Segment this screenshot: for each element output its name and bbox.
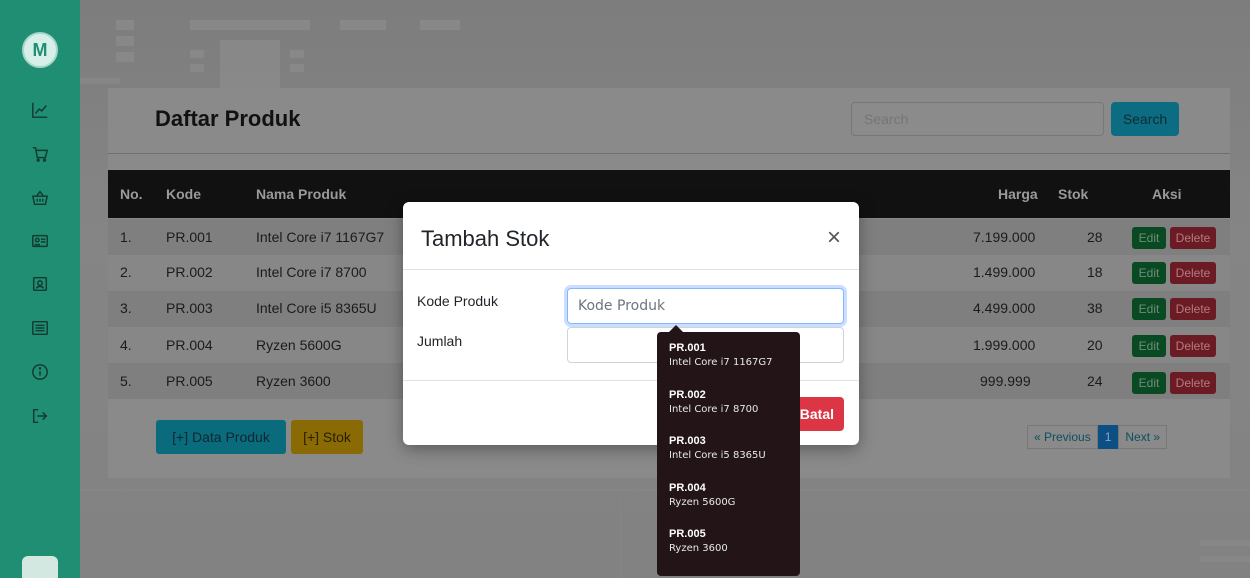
- user-card-icon[interactable]: [26, 270, 54, 298]
- column-header-harga: Harga: [998, 186, 1038, 202]
- row-harga: 1.999.000: [973, 337, 1036, 353]
- row-no: 5.: [120, 373, 132, 389]
- edit-button[interactable]: Edit: [1132, 372, 1166, 394]
- autocomplete-dropdown: PR.001 Intel Core i7 1167G7 PR.002 Intel…: [657, 332, 800, 576]
- edit-button[interactable]: Edit: [1132, 298, 1166, 320]
- row-harga: 1.499.000: [973, 264, 1036, 280]
- row-stok: 24: [1087, 373, 1103, 389]
- delete-button[interactable]: Delete: [1170, 262, 1216, 284]
- autocomplete-item-code: PR.003: [669, 435, 706, 447]
- row-harga: 4.499.000: [973, 300, 1036, 316]
- autocomplete-item-name: Ryzen 3600: [669, 543, 728, 554]
- header-divider: [108, 153, 1230, 154]
- row-no: 2.: [120, 264, 132, 280]
- add-product-button[interactable]: [+] Data Produk: [156, 420, 286, 454]
- basket-icon[interactable]: [26, 184, 54, 212]
- pagination: « Previous 1 Next »: [1027, 425, 1168, 449]
- row-kode: PR.003: [166, 300, 213, 316]
- row-no: 1.: [120, 229, 132, 245]
- row-nama: Ryzen 5600G: [256, 337, 342, 353]
- cart-icon[interactable]: [26, 140, 54, 168]
- row-kode: PR.001: [166, 229, 213, 245]
- row-harga: 999.999: [980, 373, 1031, 389]
- pagination-next[interactable]: Next »: [1118, 425, 1168, 449]
- delete-button[interactable]: Delete: [1170, 227, 1216, 249]
- delete-button[interactable]: Delete: [1170, 372, 1216, 394]
- autocomplete-item-code: PR.002: [669, 388, 706, 401]
- row-stok: 20: [1087, 337, 1103, 353]
- list-icon[interactable]: [26, 314, 54, 342]
- row-nama: Intel Core i7 8700: [256, 264, 367, 280]
- column-header-aksi: Aksi: [1152, 186, 1182, 202]
- kode-produk-input[interactable]: [567, 288, 844, 324]
- delete-button[interactable]: Delete: [1170, 335, 1216, 357]
- column-header-no: No.: [120, 186, 143, 202]
- kode-produk-label: Kode Produk: [417, 293, 498, 309]
- pagination-previous[interactable]: « Previous: [1027, 425, 1098, 449]
- autocomplete-item-name: Intel Core i5 8365U: [669, 450, 766, 461]
- autocomplete-item-code: PR.005: [669, 528, 706, 540]
- search-input[interactable]: [851, 102, 1104, 136]
- column-header-stok: Stok: [1058, 186, 1089, 202]
- search-button[interactable]: Search: [1111, 102, 1179, 136]
- autocomplete-item-name: Ryzen 5600G: [669, 496, 736, 508]
- row-stok: 28: [1087, 229, 1103, 245]
- autocomplete-item-name: Intel Core i7 1167G7: [669, 357, 773, 368]
- delete-button[interactable]: Delete: [1170, 298, 1216, 320]
- row-nama: Intel Core i5 8365U: [256, 300, 377, 316]
- page-title: Daftar Produk: [155, 106, 301, 131]
- sidebar-toggle-button[interactable]: [22, 556, 58, 578]
- modal-title: Tambah Stok: [421, 226, 550, 251]
- info-icon[interactable]: [26, 358, 54, 386]
- pagination-page-current[interactable]: 1: [1097, 425, 1119, 449]
- column-header-nama: Nama Produk: [256, 186, 347, 202]
- row-nama: Intel Core i7 1167G7: [256, 229, 385, 245]
- add-stock-button[interactable]: [+] Stok: [291, 420, 363, 454]
- edit-button[interactable]: Edit: [1132, 335, 1166, 357]
- close-icon[interactable]: ×: [827, 226, 841, 250]
- row-no: 3.: [120, 300, 132, 316]
- autocomplete-item-name: Intel Core i7 8700: [669, 403, 759, 415]
- row-kode: PR.002: [166, 264, 213, 280]
- id-card-icon[interactable]: [26, 227, 54, 255]
- row-nama: Ryzen 3600: [256, 373, 331, 389]
- row-harga: 7.199.000: [973, 229, 1036, 245]
- row-kode: PR.004: [166, 337, 213, 353]
- chart-line-icon[interactable]: [26, 96, 54, 124]
- column-header-kode: Kode: [166, 186, 201, 202]
- sidebar: M: [0, 0, 80, 578]
- modal-header-divider: [403, 269, 859, 270]
- row-kode: PR.005: [166, 373, 213, 389]
- autocomplete-arrow: [669, 325, 683, 332]
- autocomplete-item[interactable]: PR.001 Intel Core i7 1167G7: [657, 342, 800, 389]
- edit-button[interactable]: Edit: [1132, 262, 1166, 284]
- app-logo[interactable]: M: [22, 32, 58, 68]
- autocomplete-item-code: PR.001: [669, 342, 706, 354]
- autocomplete-item[interactable]: PR.005 Ryzen 3600: [657, 528, 800, 575]
- autocomplete-item[interactable]: PR.003 Intel Core i5 8365U: [657, 435, 800, 482]
- jumlah-label: Jumlah: [417, 333, 463, 349]
- edit-button[interactable]: Edit: [1132, 227, 1166, 249]
- autocomplete-item[interactable]: PR.004 Ryzen 5600G: [657, 482, 800, 529]
- autocomplete-item-code: PR.004: [669, 481, 706, 494]
- row-stok: 38: [1087, 300, 1103, 316]
- logout-icon[interactable]: [26, 402, 54, 430]
- autocomplete-item[interactable]: PR.002 Intel Core i7 8700: [657, 389, 800, 436]
- row-no: 4.: [120, 337, 132, 353]
- row-stok: 18: [1087, 264, 1103, 280]
